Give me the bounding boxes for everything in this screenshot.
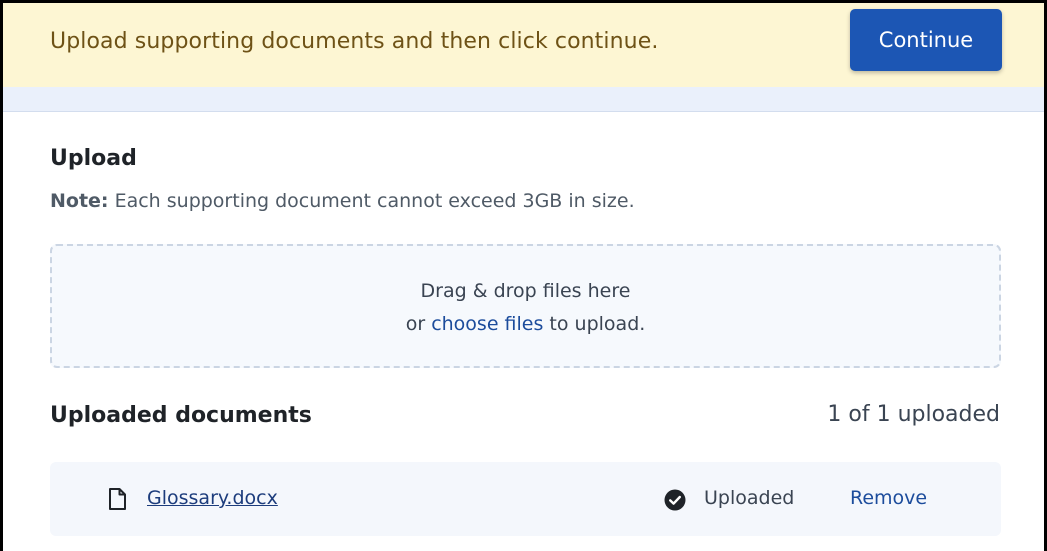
note-label: Note: (50, 190, 109, 212)
upload-section-title: Upload (50, 146, 137, 171)
upload-panel: Upload supporting documents and then cli… (0, 0, 1047, 551)
banner-message: Upload supporting documents and then cli… (50, 29, 659, 54)
choose-files-link[interactable]: choose files (431, 313, 543, 335)
file-icon (109, 488, 126, 510)
uploaded-count: 1 of 1 uploaded (827, 402, 1000, 427)
dropzone-instruction: Drag & drop files here (420, 280, 631, 302)
upload-size-note: Note: Each supporting document cannot ex… (50, 190, 635, 212)
dropzone-choose-line: or choose files to upload. (52, 313, 999, 335)
dropzone-suffix: to upload. (543, 313, 646, 335)
uploaded-documents-title: Uploaded documents (50, 403, 312, 428)
file-name-link[interactable]: Glossary.docx (147, 487, 278, 509)
remove-file-link[interactable]: Remove (850, 487, 927, 509)
banner-divider-strip (3, 87, 1044, 112)
note-text: Each supporting document cannot exceed 3… (108, 190, 635, 212)
instruction-banner: Upload supporting documents and then cli… (3, 3, 1044, 87)
dropzone-prefix: or (405, 313, 432, 335)
file-dropzone[interactable]: Drag & drop files here or choose files t… (50, 244, 1001, 368)
uploaded-file-row: Glossary.docx Uploaded Remove (50, 462, 1001, 536)
check-circle-icon (664, 489, 686, 511)
upload-status: Uploaded (704, 487, 795, 509)
continue-button[interactable]: Continue (850, 9, 1002, 71)
